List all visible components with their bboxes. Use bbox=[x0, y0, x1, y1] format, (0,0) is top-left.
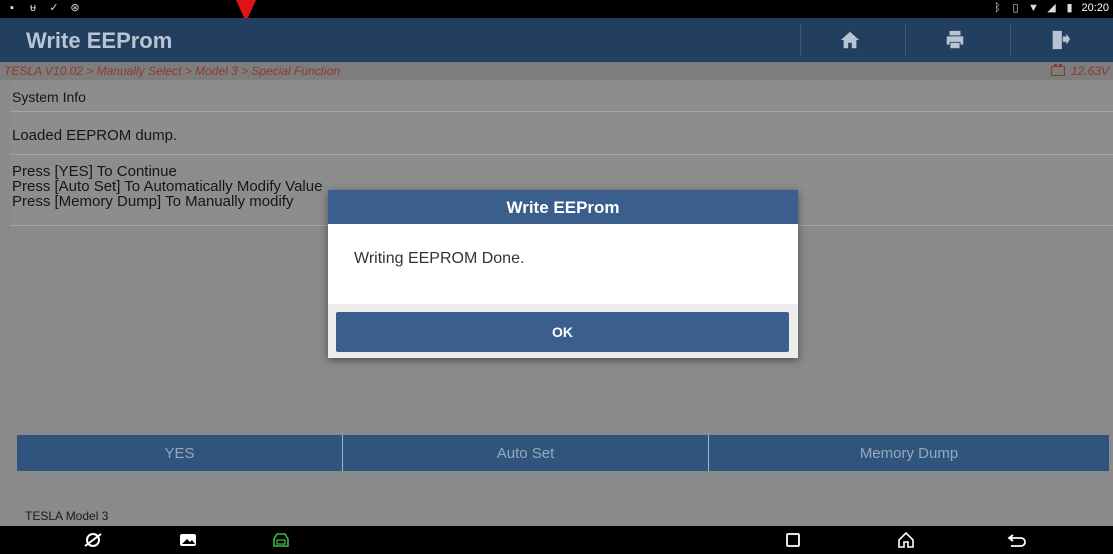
browser-icon bbox=[84, 533, 102, 547]
section-header: System Info bbox=[10, 80, 1113, 112]
wifi-icon: ▼ bbox=[1028, 2, 1039, 14]
status-bar: ▪ ᵾ ✓ ⊛ ᛒ ▯ ▼ ◢ ▮ 20:20 bbox=[0, 0, 1113, 18]
page-title: Write EEProm bbox=[26, 28, 173, 53]
app-header: Write EEProm bbox=[0, 18, 1113, 62]
print-button[interactable] bbox=[905, 18, 1005, 62]
write-eeprom-dialog: Write EEProm Writing EEPROM Done. OK bbox=[328, 190, 798, 358]
vibrate-icon: ▯ bbox=[1012, 2, 1019, 14]
home-nav-icon bbox=[898, 531, 914, 548]
ok-button[interactable]: OK bbox=[336, 312, 789, 352]
navigation-bar bbox=[0, 526, 1113, 554]
home-icon bbox=[840, 31, 860, 49]
gallery-button[interactable] bbox=[177, 530, 199, 550]
yes-button[interactable]: YES bbox=[17, 435, 343, 471]
status-row: Loaded EEPROM dump. bbox=[10, 113, 1113, 155]
breadcrumb: TESLA V10.02 > Manually Select > Model 3… bbox=[0, 62, 1113, 80]
browser-button[interactable] bbox=[82, 530, 104, 550]
dialog-title: Write EEProm bbox=[328, 190, 798, 224]
print-icon bbox=[946, 30, 964, 49]
section-title: System Info bbox=[12, 89, 86, 105]
recent-apps-icon bbox=[786, 533, 800, 547]
battery-icon: ▮ bbox=[1066, 2, 1073, 14]
battery-voltage-icon bbox=[1050, 64, 1065, 76]
home-nav-button[interactable] bbox=[895, 530, 917, 550]
clock-icon: ⊛ bbox=[70, 2, 80, 14]
home-button[interactable] bbox=[800, 18, 900, 62]
dialog-message: Writing EEPROM Done. bbox=[354, 250, 525, 267]
instruction-line: Press [YES] To Continue bbox=[12, 163, 177, 180]
instruction-line: Press [Auto Set] To Automatically Modify… bbox=[12, 178, 323, 195]
status-time: 20:20 bbox=[1081, 2, 1109, 14]
auto-set-button[interactable]: Auto Set bbox=[343, 435, 709, 471]
gallery-icon bbox=[180, 534, 196, 546]
exit-button[interactable] bbox=[1010, 18, 1110, 62]
voltage-readout: 12.63V bbox=[1050, 64, 1109, 78]
recent-apps-button[interactable] bbox=[782, 530, 804, 550]
notification-square-icon: ▪ bbox=[10, 2, 14, 14]
vehicle-model-label: TESLA Model 3 bbox=[25, 509, 109, 523]
voltage-value: 12.63V bbox=[1070, 64, 1109, 78]
exit-icon bbox=[1052, 30, 1071, 50]
bluetooth-icon: ᛒ bbox=[994, 2, 1001, 14]
back-button[interactable] bbox=[1006, 530, 1028, 550]
action-bar: YES Auto Set Memory Dump bbox=[17, 435, 1109, 471]
breadcrumb-path: TESLA V10.02 > Manually Select > Model 3… bbox=[4, 64, 341, 78]
usb-icon: ᵾ bbox=[29, 2, 36, 14]
status-message: Loaded EEPROM dump. bbox=[12, 127, 178, 144]
vci-button[interactable] bbox=[270, 530, 292, 550]
signal-icon: ◢ bbox=[1047, 2, 1056, 14]
check-icon: ✓ bbox=[49, 2, 59, 14]
vci-icon bbox=[273, 533, 289, 547]
back-icon bbox=[1007, 534, 1026, 547]
memory-dump-button[interactable]: Memory Dump bbox=[709, 435, 1109, 471]
instruction-line: Press [Memory Dump] To Manually modify bbox=[12, 193, 294, 210]
